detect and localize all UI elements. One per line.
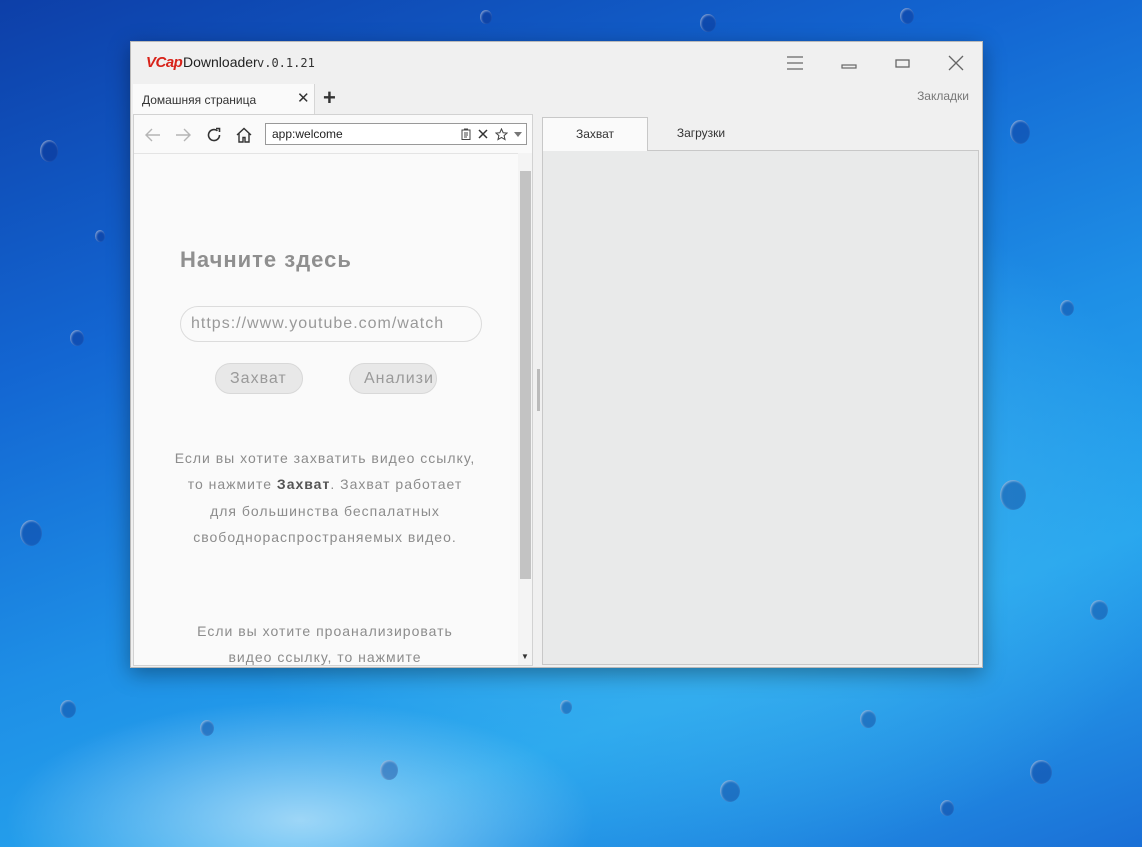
app-logo-brand: VCap	[146, 54, 183, 71]
capture-button[interactable]: Захват	[215, 363, 303, 394]
capture-help-bold: Захват	[276, 476, 331, 493]
welcome-page: Начните здесь Захват Анализи Если вы хот…	[134, 153, 518, 665]
reload-icon[interactable]	[204, 125, 224, 145]
minimize-icon[interactable]	[834, 50, 864, 76]
wallpaper-drop	[560, 700, 572, 714]
wallpaper-drop	[720, 780, 740, 802]
analyze-button[interactable]: Анализи	[349, 363, 437, 394]
tab-close-icon[interactable]: ✕	[297, 91, 310, 106]
scrollbar-thumb[interactable]	[520, 171, 531, 579]
wallpaper-drop	[1000, 480, 1026, 510]
wallpaper-drop	[20, 520, 42, 546]
wallpaper-drop	[700, 14, 716, 32]
wallpaper-drop	[60, 700, 76, 718]
wallpaper-drop	[860, 710, 876, 728]
navigation-bar: app:welcome	[134, 115, 532, 154]
home-icon[interactable]	[234, 125, 254, 145]
wallpaper-drop	[1030, 760, 1052, 784]
wallpaper-drop	[70, 330, 84, 346]
wallpaper-drop	[1010, 120, 1030, 144]
star-icon[interactable]	[493, 126, 509, 142]
maximize-icon[interactable]	[888, 50, 918, 76]
page-scrollbar[interactable]: ▼	[518, 153, 532, 665]
splitter-grip[interactable]	[537, 369, 540, 411]
app-window: VCap Downloader v.0.1.21 Домашняя страни…	[130, 41, 983, 668]
forward-arrow-icon[interactable]	[173, 125, 193, 145]
browser-pane: app:welcome Начните здесь Захват Анализи	[133, 114, 533, 666]
tab-strip: Домашняя страница ✕ + Закладки	[133, 84, 983, 114]
wallpaper-drop	[1060, 300, 1074, 316]
wallpaper-drop	[200, 720, 214, 736]
tab-downloads[interactable]: Загрузки	[648, 117, 754, 151]
scroll-down-arrow-icon[interactable]: ▼	[521, 652, 529, 661]
wallpaper-drop	[40, 140, 58, 162]
browser-tab-home[interactable]: Домашняя страница ✕	[133, 84, 315, 114]
app-version: v.0.1.21	[257, 56, 315, 70]
wallpaper-drop	[1090, 600, 1108, 620]
url-text: app:welcome	[272, 127, 343, 141]
hamburger-menu-icon[interactable]	[780, 50, 810, 76]
title-bar: VCap Downloader v.0.1.21	[131, 42, 982, 84]
url-bar[interactable]: app:welcome	[265, 123, 527, 145]
wallpaper-drop	[95, 230, 105, 242]
clear-icon[interactable]	[475, 126, 491, 142]
video-url-input[interactable]	[180, 306, 482, 342]
app-logo-name: Downloader	[183, 54, 258, 70]
clipboard-icon[interactable]	[458, 126, 474, 142]
tab-capture[interactable]: Захват	[542, 117, 648, 151]
wallpaper-drop	[380, 760, 398, 780]
wallpaper-drop	[900, 8, 914, 24]
right-pane: Захват Загрузки	[542, 114, 980, 666]
dropdown-icon[interactable]	[510, 126, 526, 142]
welcome-title: Начните здесь	[180, 247, 352, 272]
capture-panel	[542, 150, 979, 665]
wallpaper-drop	[940, 800, 954, 816]
analyze-help-text: Если вы хотите проанализировать видео сс…	[197, 623, 453, 665]
back-arrow-icon[interactable]	[143, 125, 163, 145]
capture-help-text: Если вы хотите захватить видео ссылку, т…	[174, 450, 476, 546]
wallpaper-drop	[480, 10, 492, 24]
close-icon[interactable]	[941, 50, 971, 76]
browser-tab-label: Домашняя страница	[142, 93, 257, 107]
bookmarks-button[interactable]: Закладки	[917, 89, 969, 103]
new-tab-button[interactable]: +	[323, 87, 336, 109]
